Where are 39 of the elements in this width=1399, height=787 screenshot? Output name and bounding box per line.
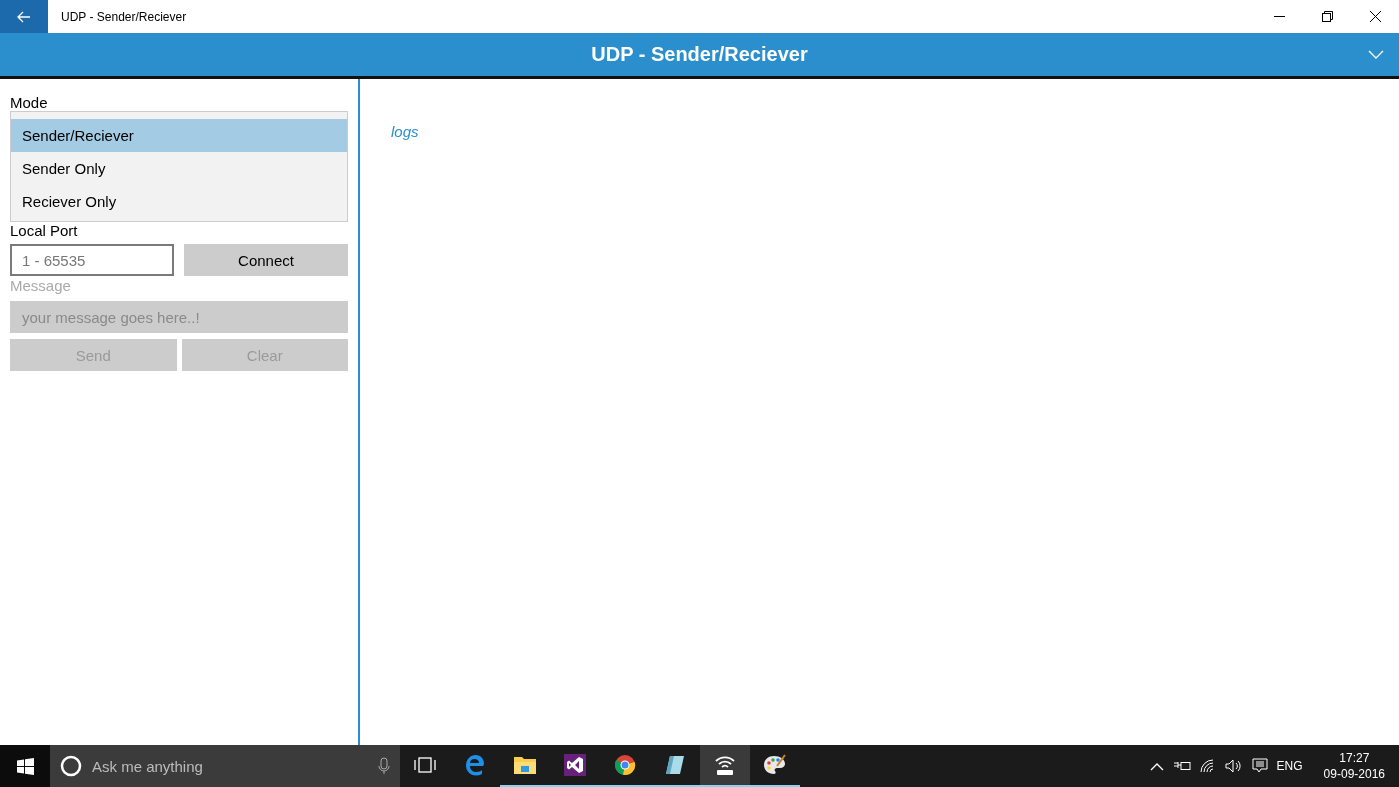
field-label: Local Port	[10, 221, 78, 241]
app-title: UDP - Sender/Reciever	[591, 43, 808, 66]
taskbar-app-button[interactable]	[700, 745, 750, 787]
back-button[interactable]	[0, 0, 48, 33]
chevron-up-icon[interactable]	[1149, 761, 1164, 771]
clock-date[interactable]: 09-09-2016	[1323, 766, 1385, 782]
window-title: UDP - Sender/Reciever	[61, 9, 188, 24]
wifi-icon[interactable]	[1199, 759, 1216, 773]
field-label: Mode	[10, 93, 48, 113]
dropdown-option[interactable]: Sender/Reciever	[11, 119, 347, 152]
battery-plug-icon[interactable]	[1172, 760, 1191, 772]
language-indicator[interactable]: ENG	[1276, 759, 1303, 773]
close-icon	[1369, 11, 1381, 22]
circle-icon	[60, 755, 82, 777]
e-logo-icon	[464, 754, 486, 776]
restore-icon	[1321, 11, 1333, 22]
palette-icon	[763, 754, 787, 776]
clock-time[interactable]: 17:27	[1339, 750, 1370, 766]
search-field[interactable]: Ask me anything	[50, 745, 400, 787]
browser-ball-icon	[614, 754, 636, 776]
field-label: Message	[10, 276, 71, 296]
minimize-icon	[1273, 15, 1285, 18]
task-view-icon	[414, 757, 436, 773]
notepad-icon	[664, 754, 686, 776]
infinity-logo-icon	[564, 754, 586, 776]
back-arrow-icon	[17, 10, 31, 23]
wifi-badge-icon	[713, 754, 737, 776]
microphone-icon	[378, 757, 390, 775]
windows-logo-icon	[16, 757, 34, 775]
chevron-down-icon	[1368, 50, 1384, 59]
dropdown-option[interactable]: Sender Only	[11, 152, 347, 185]
speaker-icon[interactable]	[1224, 759, 1243, 773]
start-button[interactable]	[0, 745, 50, 787]
dropdown-option[interactable]: Reciever Only	[11, 185, 347, 218]
port-input-field[interactable]: 1 - 65535	[10, 244, 174, 276]
notification-icon[interactable]	[1251, 758, 1268, 774]
folder-icon	[513, 755, 537, 775]
logs-text: logs	[391, 123, 419, 140]
connect-button[interactable]: Connect	[184, 244, 348, 276]
